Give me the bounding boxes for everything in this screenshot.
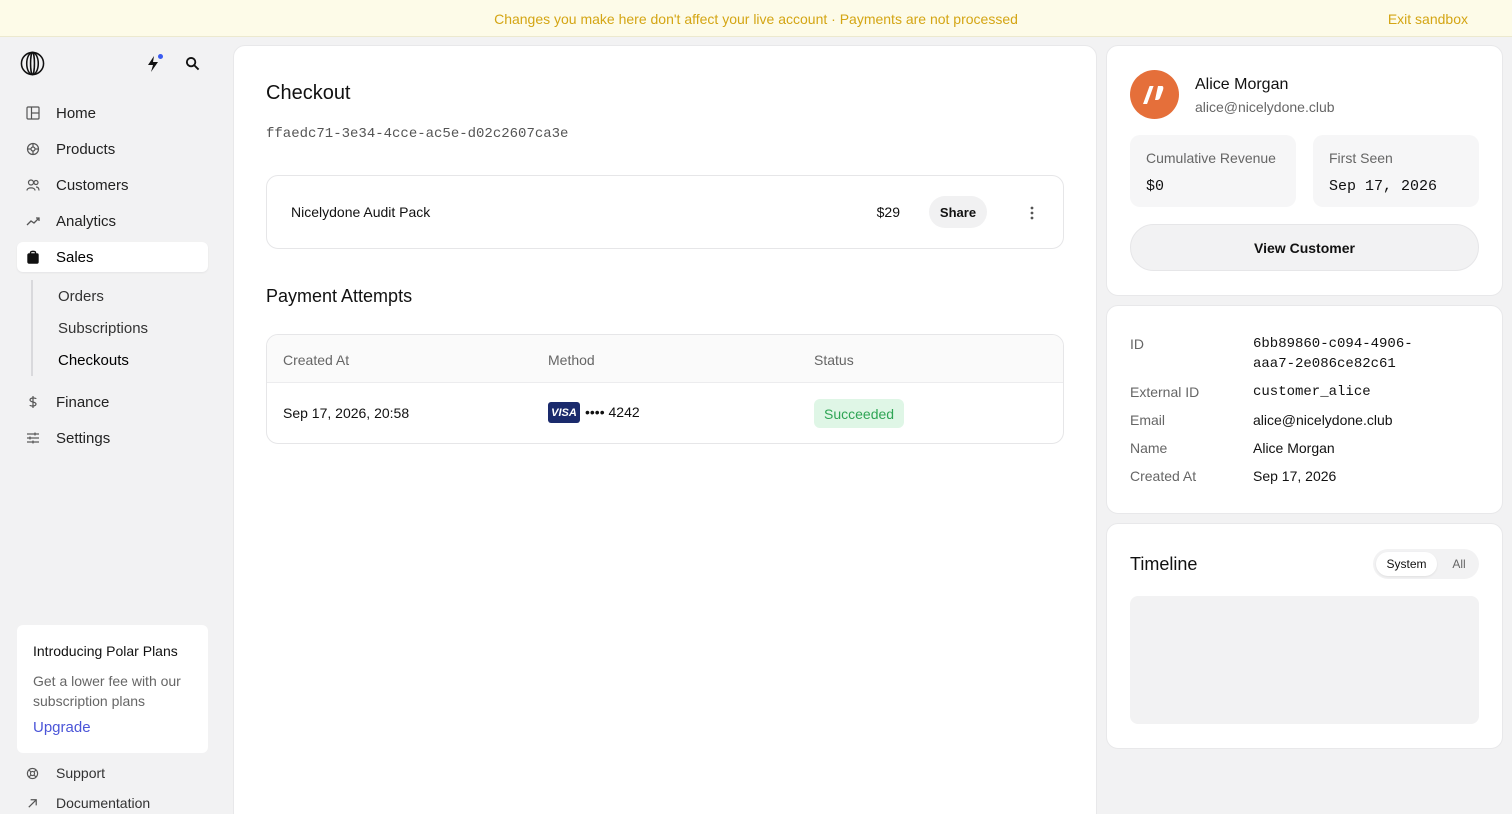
detail-label-external-id: External ID (1130, 384, 1200, 400)
product-price: $29 (876, 204, 900, 220)
sidebar-item-support[interactable]: Support (26, 765, 105, 781)
first-seen-stat: First Seen Sep 17, 2026 (1313, 135, 1479, 207)
product-card: Nicelydone Audit Pack $29 Share (266, 175, 1064, 249)
column-header-method: Method (548, 352, 595, 368)
share-button[interactable]: Share (929, 196, 987, 228)
finance-icon (29, 396, 37, 408)
sidebar-item-label: Support (56, 765, 106, 781)
sidebar: Home Products Customers Analytics Sales … (0, 37, 233, 814)
detail-value-email: alice@nicelydone.club (1253, 412, 1393, 428)
column-header-status: Status (814, 352, 854, 368)
sidebar-item-documentation[interactable]: Documentation (26, 795, 150, 811)
promo-text: Get a lower fee with our subscription pl… (33, 673, 181, 709)
sidebar-item-label: Sales (56, 248, 94, 266)
sidebar-item-sales[interactable]: Sales (17, 242, 208, 272)
stat-value: Sep 17, 2026 (1329, 178, 1438, 195)
sidebar-item-customers[interactable]: Customers (17, 170, 208, 200)
settings-icon (27, 432, 39, 444)
product-name: Nicelydone Audit Pack (291, 204, 431, 220)
page-title: Checkout (266, 82, 351, 104)
sales-icon (27, 250, 39, 264)
detail-label-created-at: Created At (1130, 468, 1197, 484)
visa-card-icon: VISA (548, 402, 580, 423)
sidebar-item-analytics[interactable]: Analytics (17, 206, 208, 236)
detail-label-id: ID (1130, 336, 1144, 352)
avatar (1130, 70, 1179, 119)
timeline-card: Timeline System All (1106, 523, 1503, 749)
exit-sandbox-link[interactable]: Exit sandbox (1388, 11, 1468, 27)
polar-logo-icon[interactable] (20, 51, 45, 76)
sidebar-item-label: Home (56, 104, 97, 122)
timeline-content (1130, 596, 1479, 724)
promo-card: Introducing Polar Plans Get a lower fee … (17, 625, 208, 753)
more-options-icon[interactable] (1029, 205, 1035, 221)
upgrade-link[interactable]: Upgrade (33, 719, 91, 736)
sidebar-subitem-subscriptions[interactable]: Subscriptions (58, 320, 148, 337)
sidebar-item-label: Customers (56, 176, 129, 194)
notification-dot (158, 54, 163, 59)
sandbox-banner: Changes you make here don't affect your … (0, 0, 1512, 37)
sandbox-message: Changes you make here don't affect your … (494, 11, 1018, 27)
cumulative-revenue-stat: Cumulative Revenue $0 (1130, 135, 1296, 207)
detail-value-name: Alice Morgan (1253, 440, 1335, 456)
checkout-id: ffaedc71-3e34-4cce-ac5e-d02c2607ca3e (266, 126, 569, 142)
card-number: •••• 4242 (585, 404, 640, 420)
timeline-filter-all[interactable]: All (1441, 552, 1477, 576)
detail-value-external-id: customer_alice (1253, 384, 1371, 400)
status-badge: Succeeded (814, 399, 905, 428)
stat-label: First Seen (1329, 150, 1393, 166)
view-customer-button[interactable]: View Customer (1130, 224, 1479, 271)
timeline-title: Timeline (1130, 554, 1198, 574)
customer-email: alice@nicelydone.club (1195, 99, 1335, 115)
promo-title: Introducing Polar Plans (33, 643, 178, 659)
sidebar-item-label: Products (56, 140, 116, 158)
payment-attempts-title: Payment Attempts (266, 286, 413, 306)
avatar-logo-icon (1142, 85, 1163, 104)
search-icon[interactable] (185, 56, 200, 71)
detail-label-email: Email (1130, 412, 1166, 428)
sidebar-item-products[interactable]: Products (17, 134, 208, 164)
analytics-icon (26, 217, 40, 226)
sidebar-subitem-checkouts[interactable]: Checkouts (58, 352, 129, 369)
sidebar-item-label: Settings (56, 429, 111, 447)
customers-icon (26, 179, 40, 191)
products-icon (26, 142, 40, 156)
detail-label-name: Name (1130, 440, 1168, 456)
detail-value-created-at: Sep 17, 2026 (1253, 468, 1337, 484)
column-header-created-at: Created At (283, 352, 350, 368)
stat-value: $0 (1146, 178, 1165, 195)
external-link-icon (28, 798, 37, 808)
table-header: Created At Method Status (267, 335, 1063, 383)
customer-card: Alice Morgan alice@nicelydone.club Cumul… (1106, 45, 1503, 296)
sidebar-item-home[interactable]: Home (17, 98, 208, 128)
sidebar-item-label: Documentation (56, 795, 151, 811)
attempt-created-at: Sep 17, 2026, 20:58 (283, 405, 410, 421)
subnav-line (31, 280, 33, 376)
sidebar-item-label: Analytics (56, 212, 117, 230)
home-icon (26, 106, 40, 120)
customer-name: Alice Morgan (1195, 76, 1289, 93)
sidebar-item-settings[interactable]: Settings (17, 423, 208, 453)
checkout-panel: Checkout ffaedc71-3e34-4cce-ac5e-d02c260… (233, 45, 1097, 814)
timeline-filter-system[interactable]: System (1376, 552, 1437, 576)
support-icon (26, 767, 39, 779)
timeline-filter-toggle: System All (1373, 549, 1479, 579)
detail-value-id: 6bb89860-c094-4906-aaa7-2e086ce82c61 (1253, 336, 1413, 372)
table-row[interactable]: Sep 17, 2026, 20:58 VISA •••• 4242 Succe… (267, 383, 1063, 443)
customer-details-card: ID 6bb89860-c094-4906-aaa7-2e086ce82c61 … (1106, 305, 1503, 514)
sidebar-item-finance[interactable]: Finance (17, 387, 208, 417)
sidebar-subitem-orders[interactable]: Orders (58, 288, 104, 305)
stat-label: Cumulative Revenue (1146, 150, 1276, 166)
payment-attempts-table: Created At Method Status Sep 17, 2026, 2… (266, 334, 1064, 444)
sidebar-item-label: Finance (56, 393, 110, 411)
